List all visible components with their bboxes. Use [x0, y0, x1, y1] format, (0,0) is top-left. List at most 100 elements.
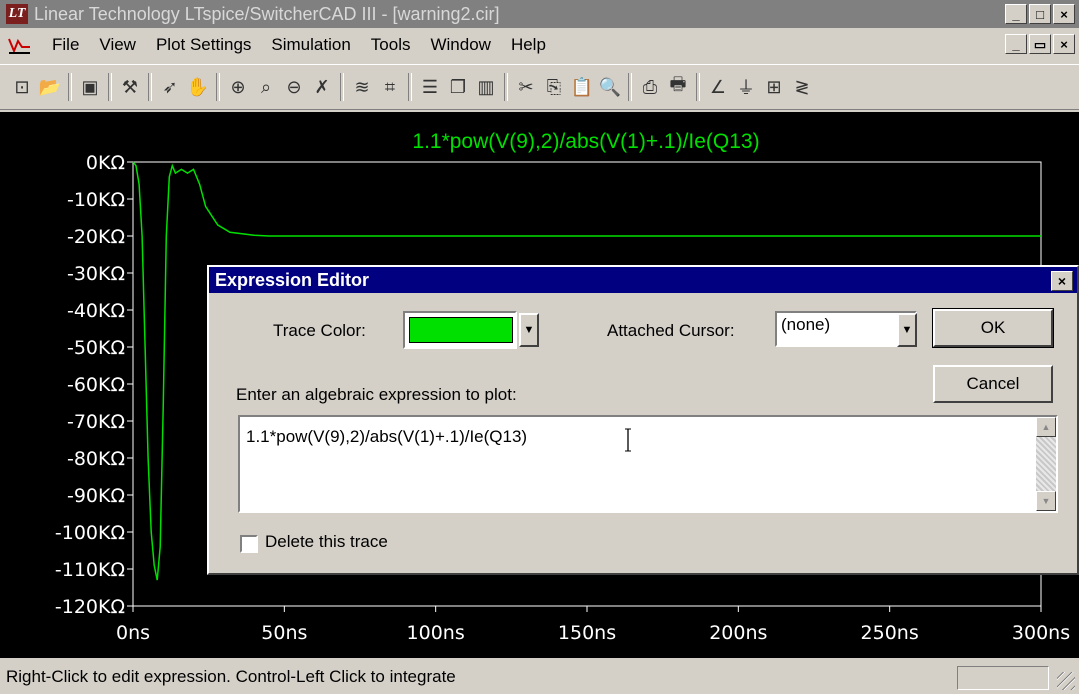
expression-editor-dialog: Expression Editor × Trace Color: ▼ Attac…	[207, 265, 1079, 575]
menu-file[interactable]: File	[52, 35, 79, 55]
zoom-out-icon[interactable]: ⊖	[280, 73, 308, 101]
hammer-icon[interactable]: ⚒	[116, 73, 144, 101]
toolbar-separator	[340, 73, 344, 101]
resistor-icon[interactable]: ≷	[788, 73, 816, 101]
menu-window[interactable]: Window	[430, 35, 490, 55]
status-bar: Right-Click to edit expression. Control-…	[0, 660, 1079, 694]
delete-trace-label[interactable]: Delete this trace	[265, 532, 388, 552]
x-tick-label: 200ns	[709, 622, 767, 644]
app-window: LT Linear Technology LTspice/SwitcherCAD…	[0, 0, 1079, 694]
scroll-up-icon[interactable]: ▲	[1036, 417, 1056, 437]
y-tick-label: -10KΩ	[67, 189, 125, 211]
x-tick-label: 250ns	[861, 622, 919, 644]
scroll-down-icon[interactable]: ▼	[1036, 491, 1056, 511]
x-tick-label: 0ns	[116, 622, 150, 644]
attached-cursor-dropdown-button[interactable]: ▼	[897, 313, 917, 347]
status-panel	[957, 666, 1049, 690]
toolbar-separator	[68, 73, 72, 101]
trace-label[interactable]: 1.1*pow(V(9),2)/abs(V(1)+.1)/Ie(Q13)	[412, 130, 759, 153]
title-bar[interactable]: LT Linear Technology LTspice/SwitcherCAD…	[0, 0, 1079, 28]
print-preview-icon[interactable]: ⎙	[636, 73, 664, 101]
menu-view[interactable]: View	[99, 35, 136, 55]
minimize-button[interactable]: _	[1005, 4, 1027, 24]
tile-horizontal-icon[interactable]: ☰	[416, 73, 444, 101]
autorange-icon[interactable]: ≋	[348, 73, 376, 101]
cancel-button[interactable]: Cancel	[933, 365, 1053, 403]
run-icon[interactable]: ➶	[156, 73, 184, 101]
waveform-doc-icon[interactable]	[8, 35, 32, 55]
zoom-area-icon[interactable]: ⌕	[252, 73, 280, 101]
resize-grip-icon[interactable]	[1057, 672, 1075, 690]
open-folder-icon[interactable]: 📂	[36, 73, 64, 101]
x-tick-label: 150ns	[558, 622, 616, 644]
mdi-close-button[interactable]: ×	[1053, 34, 1075, 54]
toolbar-separator	[696, 73, 700, 101]
delete-trace-checkbox[interactable]	[240, 535, 258, 553]
toolbar-separator	[408, 73, 412, 101]
toolbar-separator	[216, 73, 220, 101]
trace-color-dropdown-button[interactable]: ▼	[519, 313, 539, 347]
text-cursor-icon	[624, 427, 632, 453]
y-tick-label: -20KΩ	[67, 226, 125, 248]
y-tick-label: -110KΩ	[55, 559, 125, 581]
open-schematic-icon[interactable]: ⊡	[8, 73, 36, 101]
ok-button[interactable]: OK	[932, 308, 1054, 348]
menu-simulation[interactable]: Simulation	[271, 35, 350, 55]
expression-scrollbar[interactable]: ▲ ▼	[1036, 417, 1056, 511]
menu-bar: File View Plot Settings Simulation Tools…	[0, 28, 1079, 62]
y-tick-label: -50KΩ	[67, 337, 125, 359]
close-button[interactable]: ×	[1053, 4, 1075, 24]
find-icon[interactable]: 🔍	[596, 73, 624, 101]
toolbar-separator	[628, 73, 632, 101]
mdi-minimize-button[interactable]: _	[1005, 34, 1027, 54]
trace-color-select[interactable]	[403, 311, 517, 349]
y-tick-label: -60KΩ	[67, 374, 125, 396]
x-tick-label: 300ns	[1012, 622, 1070, 644]
trace-color-swatch	[409, 317, 513, 343]
save-icon[interactable]: ▣	[76, 73, 104, 101]
cascade-icon[interactable]: ❐	[444, 73, 472, 101]
cut-icon[interactable]: ✂	[512, 73, 540, 101]
x-tick-label: 100ns	[407, 622, 465, 644]
menu-help[interactable]: Help	[511, 35, 546, 55]
maximize-button[interactable]: □	[1029, 4, 1051, 24]
menu-tools[interactable]: Tools	[371, 35, 411, 55]
status-text: Right-Click to edit expression. Control-…	[6, 667, 456, 686]
menu-plot-settings[interactable]: Plot Settings	[156, 35, 251, 55]
expression-input[interactable]: 1.1*pow(V(9),2)/abs(V(1)+.1)/Ie(Q13) ▲ ▼	[238, 415, 1058, 513]
y-tick-label: -90KΩ	[67, 485, 125, 507]
dialog-title: Expression Editor	[215, 269, 370, 290]
window-title: Linear Technology LTspice/SwitcherCAD II…	[34, 3, 500, 24]
expression-text: 1.1*pow(V(9),2)/abs(V(1)+.1)/Ie(Q13)	[246, 427, 528, 446]
y-tick-label: -80KΩ	[67, 448, 125, 470]
chevron-down-icon: ▼	[523, 324, 535, 336]
toolbar-separator	[108, 73, 112, 101]
toolbar-separator	[504, 73, 508, 101]
chevron-down-icon: ▼	[901, 324, 913, 336]
copy-icon[interactable]: ⎘	[540, 73, 568, 101]
ground-icon[interactable]: ⏚	[732, 73, 760, 101]
trace-color-label: Trace Color:	[273, 321, 366, 340]
dialog-title-bar[interactable]: Expression Editor ×	[209, 267, 1077, 293]
y-tick-label: -70KΩ	[67, 411, 125, 433]
tile-vertical-icon[interactable]: ▥	[472, 73, 500, 101]
cancel-zoom-icon[interactable]: ✗	[308, 73, 336, 101]
dialog-close-button[interactable]: ×	[1051, 271, 1073, 291]
draw-wire-icon[interactable]: ∠	[704, 73, 732, 101]
attached-cursor-label: Attached Cursor:	[607, 321, 735, 340]
paste-icon[interactable]: 📋	[568, 73, 596, 101]
zoom-in-icon[interactable]: ⊕	[224, 73, 252, 101]
y-tick-label: -40KΩ	[67, 300, 125, 322]
y-tick-label: 0KΩ	[86, 152, 125, 174]
toolbar: ⊡ 📂 ▣ ⚒ ➶ ✋ ⊕ ⌕ ⊖ ✗ ≋ ⌗ ☰ ❐ ▥ ✂ ⎘ 📋 🔍 ⎙ 🖶 ∠ ⏚ ⊞ ≷	[0, 64, 1079, 110]
attached-cursor-select[interactable]: (none)	[775, 311, 917, 347]
component-icon[interactable]: ⊞	[760, 73, 788, 101]
y-tick-label: -120KΩ	[55, 596, 125, 618]
mark-icon[interactable]: ⌗	[376, 73, 404, 101]
y-tick-label: -30KΩ	[67, 263, 125, 285]
expression-prompt-label: Enter an algebraic expression to plot:	[236, 385, 517, 404]
x-tick-label: 50ns	[261, 622, 307, 644]
mdi-restore-button[interactable]: ▭	[1029, 34, 1051, 54]
pan-hand-icon[interactable]: ✋	[184, 73, 212, 101]
print-icon[interactable]: 🖶	[664, 73, 692, 101]
